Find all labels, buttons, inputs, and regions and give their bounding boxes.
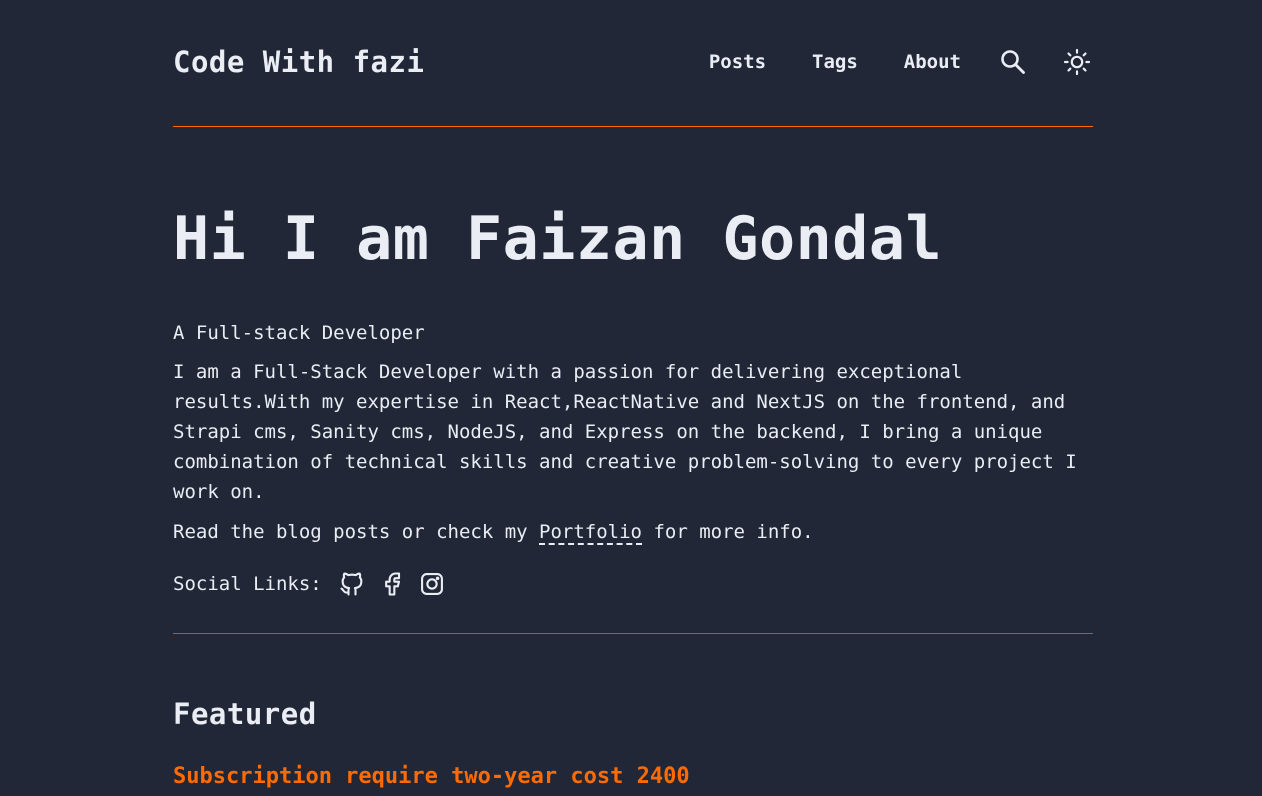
site-title-link[interactable]: Code With fazi — [173, 45, 424, 79]
social-links-label: Social Links: — [173, 573, 322, 595]
facebook-icon[interactable] — [378, 570, 406, 598]
hero-heading: Hi I am Faizan Gondal — [173, 204, 943, 274]
read-more-text: Read the blog posts or check my Portfoli… — [173, 517, 1093, 547]
read-more-prefix: Read the blog posts or check my — [173, 521, 540, 543]
featured-heading: Featured — [173, 697, 317, 731]
sun-icon[interactable] — [1061, 46, 1093, 78]
page-container: Code With fazi Posts Tags About Hi I am … — [173, 0, 1093, 792]
nav-about-link[interactable]: About — [904, 51, 961, 73]
featured-post-link[interactable]: Subscription require two-year cost 2400 — [173, 762, 1093, 792]
hero-tagline: A Full-stack Developer — [173, 322, 425, 344]
social-links: Social Links: — [173, 569, 1093, 599]
site-header: Code With fazi Posts Tags About — [173, 0, 1093, 127]
read-more-suffix: for more info. — [642, 521, 814, 543]
github-icon[interactable] — [338, 570, 366, 598]
hero-bio: I am a Full-Stack Developer with a passi… — [173, 361, 1077, 503]
nav-tags-link[interactable]: Tags — [812, 51, 858, 73]
hero-section: Hi I am Faizan Gondal A Full-stack Devel… — [173, 127, 1093, 634]
featured-section: Featured Subscription require two-year c… — [173, 634, 1093, 792]
search-icon[interactable] — [997, 46, 1029, 78]
instagram-icon[interactable] — [418, 570, 446, 598]
portfolio-link[interactable]: Portfolio — [539, 521, 642, 545]
nav-posts-link[interactable]: Posts — [709, 51, 766, 73]
main-nav: Posts Tags About — [709, 46, 1093, 78]
